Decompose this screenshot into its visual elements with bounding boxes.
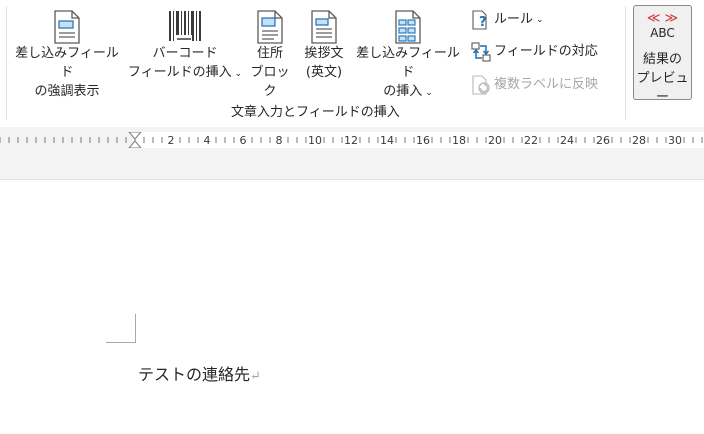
update-labels-label: 複数ラベルに反映: [494, 77, 599, 92]
match-fields-icon: [471, 42, 491, 62]
greeting-line-button[interactable]: 挨拶文 (英文): [298, 10, 350, 82]
horizontal-ruler[interactable]: 2 4 6 8 10 12 14 16 18 20 22 24 26 28 30: [0, 132, 704, 148]
abc-text-icon: ABC: [650, 26, 675, 40]
address-block-label2: ブロック: [250, 65, 290, 99]
update-labels-button[interactable]: 複数ラベルに反映: [471, 74, 598, 96]
paragraph-mark: ↵: [250, 369, 261, 384]
preview-arrows-icon: ≪ ≫: [646, 11, 679, 26]
highlight-merge-fields-button[interactable]: 差し込みフィールド の強調表示: [10, 10, 124, 101]
ruler-label: 20: [488, 134, 502, 147]
match-fields-label: フィールドの対応: [494, 44, 598, 59]
greeting-line-label1: 挨拶文: [304, 46, 344, 61]
ruler-label: 10: [308, 134, 322, 147]
preview-results-label1: 結果の: [642, 52, 682, 67]
margin-corner-mark: [106, 342, 136, 343]
ruler-label: 14: [380, 134, 394, 147]
ruler-label: 26: [596, 134, 610, 147]
document-page[interactable]: [0, 180, 704, 434]
ribbon: 差し込みフィールド の強調表示 バーコード フィールドの挿入 ⌄ 住所 ブロック…: [0, 0, 704, 128]
rules-question-icon: ?: [472, 10, 487, 30]
ruler-label: 18: [452, 134, 466, 147]
barcode-field-label1: バーコード: [152, 46, 218, 61]
insert-merge-field-label2: の挿入: [383, 84, 423, 99]
ruler-label: 16: [416, 134, 430, 147]
preview-results-button[interactable]: ≪ ≫ ABC 結果の プレビュー: [633, 5, 692, 105]
chevron-down-icon: ⌄: [536, 15, 544, 25]
barcode-icon: [169, 11, 201, 43]
address-block-icon: [257, 10, 283, 44]
address-block-label1: 住所: [256, 46, 283, 61]
margin-corner-mark: [135, 314, 136, 343]
ruler-label: 30: [668, 134, 682, 147]
insert-barcode-field-button[interactable]: バーコード フィールドの挿入 ⌄: [127, 10, 243, 84]
ruler-label: 22: [524, 134, 538, 147]
update-labels-icon: [472, 75, 490, 95]
rules-label: ルール: [494, 12, 534, 27]
highlight-merge-fields-label1: 差し込みフィールド: [15, 46, 119, 80]
insert-merge-field-icon: [395, 10, 421, 44]
rules-button[interactable]: ? ルール ⌄: [471, 9, 544, 31]
document-text-line[interactable]: テストの連絡先↵: [138, 364, 261, 388]
ruler-label: 2: [168, 134, 175, 147]
highlight-merge-fields-label2: の強調表示: [34, 84, 100, 99]
ruler-label: 28: [632, 134, 646, 147]
ruler-label: 6: [240, 134, 247, 147]
address-block-button[interactable]: 住所 ブロック: [245, 10, 295, 101]
ruler-label: 24: [560, 134, 574, 147]
chevron-down-icon: ⌄: [425, 88, 433, 98]
group-separator: [6, 6, 7, 120]
match-fields-button[interactable]: フィールドの対応: [471, 41, 598, 63]
chevron-down-icon: ⌄: [234, 69, 243, 79]
group-separator: [625, 6, 626, 120]
highlight-fields-icon: [54, 10, 80, 44]
preview-results-label2: プレビュー: [636, 71, 689, 105]
ruler-label: 12: [344, 134, 358, 147]
ruler-label: 8: [276, 134, 283, 147]
greeting-line-icon: [311, 10, 337, 44]
barcode-field-label2: フィールドの挿入: [127, 65, 232, 80]
insert-merge-field-label1: 差し込みフィールド: [356, 46, 460, 80]
svg-text:?: ?: [479, 15, 487, 30]
document-text: テストの連絡先: [138, 365, 251, 384]
write-insert-fields-group-label: 文章入力とフィールドの挿入: [231, 105, 400, 120]
insert-merge-field-button[interactable]: 差し込みフィールド の挿入 ⌄: [352, 10, 464, 103]
greeting-line-label2: (英文): [305, 65, 343, 80]
ruler-label: 4: [204, 134, 211, 147]
page-gap: [0, 151, 704, 180]
